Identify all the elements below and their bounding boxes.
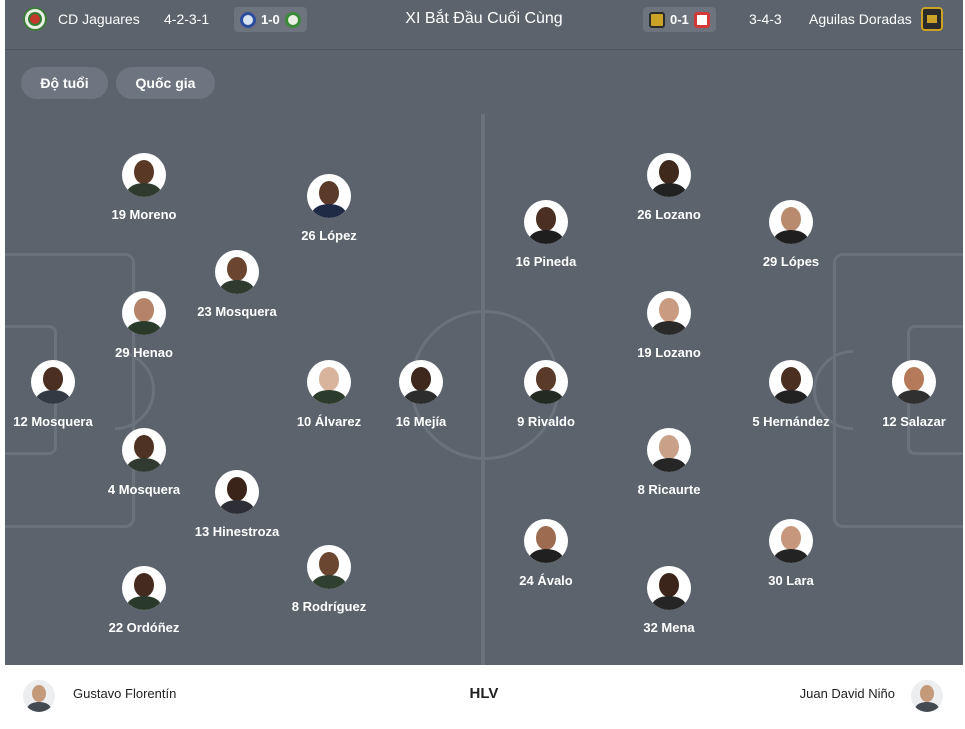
filter-bar: Độ tuổi Quốc gia — [5, 50, 963, 114]
player-avatar — [307, 174, 351, 218]
player-card[interactable]: 8 Ricaurte — [604, 428, 734, 498]
player-card[interactable]: 5 Hernández — [726, 360, 856, 430]
player-name: 12 Salazar — [882, 414, 946, 429]
age-filter-button[interactable]: Độ tuổi — [21, 67, 108, 99]
coaches-bar: Gustavo Florentín HLV Juan David Niño — [5, 665, 963, 729]
player-card[interactable]: 19 Lozano — [604, 291, 734, 361]
away-team-crest-icon[interactable] — [921, 0, 943, 38]
aguilas-crest-icon — [649, 11, 665, 28]
player-avatar — [215, 470, 259, 514]
player-avatar — [122, 153, 166, 197]
away-team-name[interactable]: Aguilas Doradas — [809, 0, 912, 38]
player-name: 30 Lara — [768, 573, 814, 588]
player-name: 13 Hinestroza — [194, 524, 280, 539]
opponent-crest-icon — [240, 11, 256, 28]
pitch: 19 Moreno 26 López 23 Mosquera 29 Henao … — [5, 114, 963, 665]
player-avatar — [122, 566, 166, 610]
player-card[interactable]: 9 Rivaldo — [481, 360, 611, 430]
away-last-score-value: 0-1 — [670, 12, 689, 27]
player-avatar — [647, 291, 691, 335]
player-name: 19 Moreno — [111, 207, 177, 222]
player-card[interactable]: 32 Mena — [604, 566, 734, 636]
player-avatar — [524, 360, 568, 404]
away-coach-avatar[interactable] — [911, 680, 943, 712]
home-last-score-value: 1-0 — [261, 12, 280, 27]
player-name: 29 Henao — [115, 345, 173, 360]
player-avatar — [399, 360, 443, 404]
player-avatar — [524, 519, 568, 563]
player-card[interactable]: 12 Salazar — [849, 360, 963, 430]
home-formation: 4-2-3-1 — [164, 11, 210, 27]
nationality-filter-button[interactable]: Quốc gia — [116, 67, 215, 99]
player-avatar — [307, 360, 351, 404]
player-avatar — [524, 200, 568, 244]
player-card[interactable]: 12 Mosquera — [5, 360, 118, 430]
player-card[interactable]: 29 Henao — [79, 291, 209, 361]
player-name: 9 Rivaldo — [517, 414, 575, 429]
jaguares-crest-icon — [284, 11, 301, 28]
player-card[interactable]: 30 Lara — [726, 519, 856, 589]
match-header: CD Jaguares 4-2-3-1 1-0 XI Bắt Đầu Cuối … — [5, 0, 963, 50]
player-card[interactable]: 19 Moreno — [79, 153, 209, 223]
player-name: 8 Rodríguez — [291, 599, 367, 614]
player-avatar — [769, 360, 813, 404]
player-card[interactable]: 24 Ávalo — [481, 519, 611, 589]
player-avatar — [31, 360, 75, 404]
player-avatar — [647, 566, 691, 610]
away-last-match-score[interactable]: 0-1 — [643, 7, 716, 32]
player-card[interactable]: 26 López — [264, 174, 394, 244]
player-avatar — [122, 428, 166, 472]
player-name: 29 Lópes — [762, 254, 820, 269]
away-coach-name[interactable]: Juan David Niño — [800, 686, 895, 701]
player-avatar — [307, 545, 351, 589]
player-name: 26 López — [301, 228, 357, 243]
player-name: 19 Lozano — [637, 345, 701, 360]
player-card[interactable]: 8 Rodríguez — [264, 545, 394, 615]
player-name: 22 Ordóñez — [108, 620, 180, 635]
home-team-crest-icon[interactable] — [23, 0, 47, 38]
player-card[interactable]: 13 Hinestroza — [172, 470, 302, 540]
player-avatar — [769, 200, 813, 244]
player-name: 12 Mosquera — [13, 414, 93, 429]
player-avatar — [215, 250, 259, 294]
opponent-crest-icon — [693, 11, 710, 28]
away-formation: 3-4-3 — [749, 11, 782, 27]
player-avatar — [769, 519, 813, 563]
player-name: 26 Lozano — [637, 207, 701, 222]
player-card[interactable]: 22 Ordóñez — [79, 566, 209, 636]
player-avatar — [122, 291, 166, 335]
player-card[interactable]: 26 Lozano — [604, 153, 734, 223]
player-avatar — [647, 428, 691, 472]
home-last-match-score[interactable]: 1-0 — [234, 7, 307, 32]
player-name: 32 Mena — [643, 620, 695, 635]
player-name: 24 Ávalo — [519, 573, 573, 588]
player-card[interactable]: 16 Mejía — [356, 360, 486, 430]
player-avatar — [647, 153, 691, 197]
player-name: 16 Pineda — [515, 254, 577, 269]
player-card[interactable]: 29 Lópes — [726, 200, 856, 270]
home-team-name[interactable]: CD Jaguares — [58, 0, 140, 38]
player-name: 8 Ricaurte — [637, 482, 701, 497]
player-card[interactable]: 16 Pineda — [481, 200, 611, 270]
player-avatar — [892, 360, 936, 404]
